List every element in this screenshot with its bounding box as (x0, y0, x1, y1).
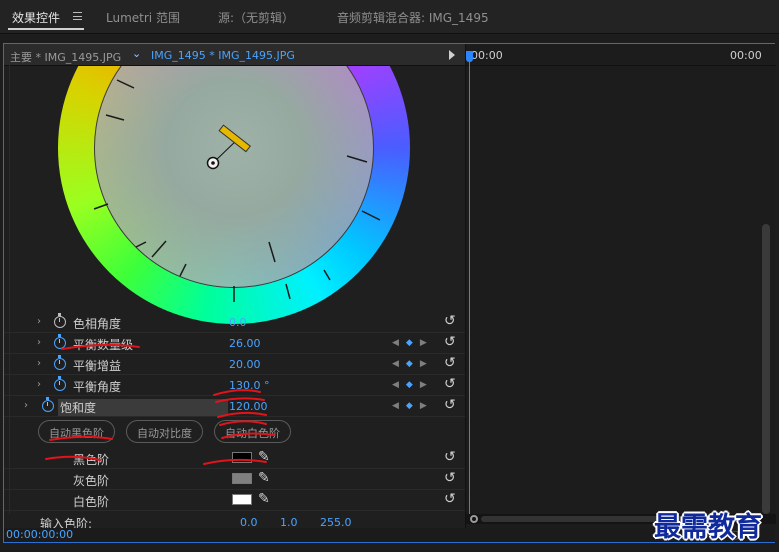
tab-effect-controls[interactable]: 效果控件 (12, 9, 60, 26)
current-timecode[interactable]: 00:00:00:00 (6, 528, 73, 541)
tab-audio-clip-mixer[interactable]: 音频剪辑混合器: IMG_1495 (337, 9, 489, 26)
sequence-clip-label[interactable]: IMG_1495 * IMG_1495.JPG (151, 49, 295, 62)
ruler-time-start: 00:00 (471, 49, 503, 62)
tab-source[interactable]: 源:（无剪辑） (218, 9, 294, 26)
chevron-down-icon[interactable]: ⌄ (132, 47, 141, 60)
ruler-time-end: 00:00 (730, 49, 762, 62)
zoom-handle[interactable] (470, 515, 478, 523)
panel-menu-icon[interactable] (73, 12, 82, 20)
color-balance-wheel[interactable] (54, 66, 418, 340)
playhead-line[interactable] (469, 53, 470, 518)
panel-tab-bar: 效果控件 Lumetri 范围 源:（无剪辑） 音频剪辑混合器: IMG_149… (0, 0, 779, 34)
active-tab-indicator (8, 28, 84, 30)
vertical-scrollbar[interactable] (762, 224, 770, 514)
effect-controls-panel: 主要 * IMG_1495.JPG ⌄ IMG_1495 * IMG_1495.… (3, 43, 776, 543)
tab-lumetri-scopes[interactable]: Lumetri 范围 (106, 9, 180, 26)
clip-header: 主要 * IMG_1495.JPG ⌄ IMG_1495 * IMG_1495.… (4, 44, 466, 66)
white-level-swatch[interactable] (232, 494, 252, 505)
effect-timeline[interactable]: 00:00 00:00 (465, 44, 776, 542)
master-clip-label[interactable]: 主要 * IMG_1495.JPG (10, 49, 121, 65)
watermark-logo: 最需教育 (654, 512, 762, 543)
wheel-overlay (93, 79, 381, 302)
reset-icon[interactable]: ↺ (444, 491, 456, 507)
play-icon[interactable] (449, 50, 455, 60)
timeline-ruler[interactable]: 00:00 00:00 (466, 44, 776, 66)
level-row-white: 白色阶 ✎ ↺ (4, 490, 466, 511)
eyedropper-icon[interactable]: ✎ (258, 491, 270, 507)
level-label: 白色阶 (73, 495, 110, 509)
annotation-strokes (45, 343, 275, 465)
